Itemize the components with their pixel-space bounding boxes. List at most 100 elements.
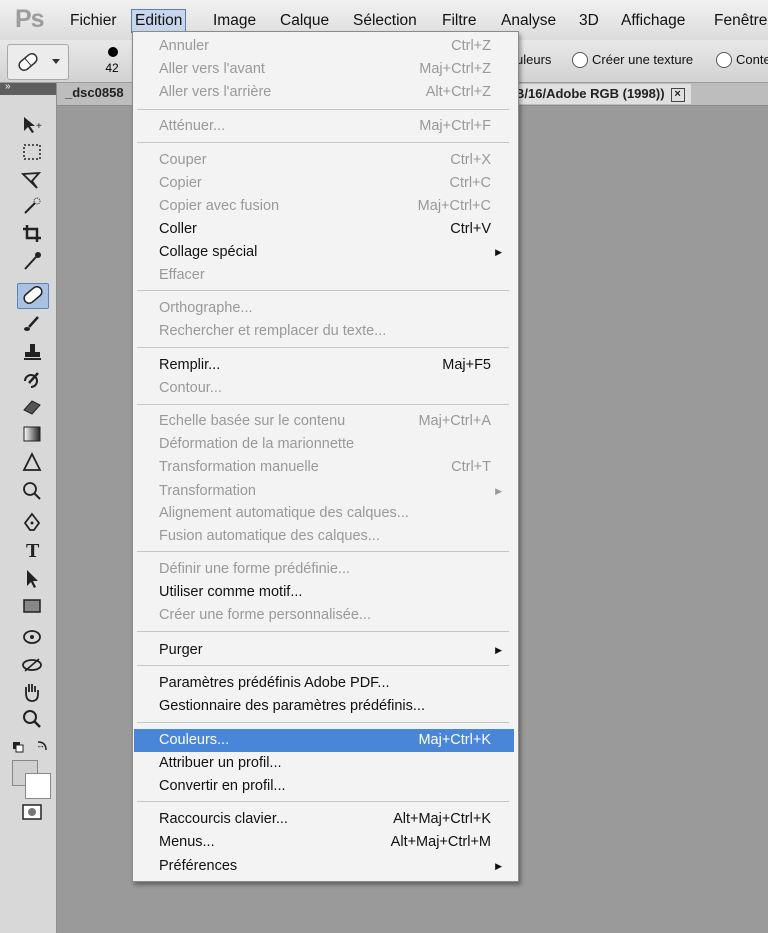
3d-orbit-tool-icon[interactable] — [17, 654, 47, 678]
hand-tool-icon[interactable] — [17, 681, 47, 705]
healing-brush-tool-icon[interactable] — [17, 283, 49, 309]
menu-entry-copier[interactable]: Copier Ctrl+C — [134, 172, 514, 195]
menu-analyse[interactable]: Analyse — [498, 10, 559, 32]
menu-entry-purger[interactable]: Purger ▶ — [134, 639, 514, 662]
svg-text:+: + — [36, 121, 42, 132]
menu-separator — [137, 801, 509, 802]
menu-entry-parametres-pdf[interactable]: Paramètres prédéfinis Adobe PDF... — [134, 672, 514, 695]
lasso-tool-icon[interactable] — [17, 169, 47, 193]
menu-filtre[interactable]: Filtre — [439, 10, 479, 32]
menu-separator — [137, 722, 509, 723]
menu-entry-fusion-calques[interactable]: Fusion automatique des calques... — [134, 525, 514, 548]
clone-stamp-tool-icon[interactable] — [17, 341, 47, 365]
menu-entry-gestionnaire-parametres[interactable]: Gestionnaire des paramètres prédéfinis..… — [134, 695, 514, 718]
submenu-arrow-icon: ▶ — [495, 645, 502, 655]
menu-separator — [137, 631, 509, 632]
menu-separator — [137, 109, 509, 110]
menu-entry-attribuer-profil[interactable]: Attribuer un profil... — [134, 752, 514, 775]
menu-calque[interactable]: Calque — [277, 10, 332, 32]
menu-entry-couleurs[interactable]: Couleurs... Maj+Ctrl+K — [134, 729, 514, 752]
eyedropper-tool-icon[interactable] — [17, 250, 47, 274]
menu-edition[interactable]: Edition — [131, 9, 187, 33]
type-tool-icon[interactable]: T — [17, 538, 47, 562]
radio-creer-texture[interactable] — [572, 52, 588, 68]
menu-entry-aller-arriere[interactable]: Aller vers l'arrière Alt+Ctrl+Z — [134, 81, 514, 104]
radio-label-texture: Créer une texture — [592, 52, 694, 67]
dodge-tool-icon[interactable] — [17, 479, 47, 503]
menu-entry-definir-forme[interactable]: Définir une forme prédéfinie... — [134, 558, 514, 581]
pen-tool-icon[interactable] — [17, 511, 47, 535]
menu-entry-echelle-contenu[interactable]: Echelle basée sur le contenu Maj+Ctrl+A — [134, 410, 514, 433]
brush-tip-icon — [108, 47, 118, 57]
svg-text:↔: ↔ — [36, 740, 45, 750]
magic-wand-tool-icon[interactable] — [17, 195, 47, 219]
background-color-swatch[interactable] — [25, 773, 51, 799]
zoom-tool-icon[interactable] — [17, 708, 47, 732]
svg-text:T: T — [26, 540, 40, 560]
menu-entry-collage-special[interactable]: Collage spécial ▶ — [134, 241, 514, 264]
brush-size-picker[interactable]: 42 — [95, 43, 129, 79]
radio-conte[interactable] — [716, 52, 732, 68]
menu-fichier[interactable]: Fichier — [67, 10, 120, 32]
eraser-tool-icon[interactable] — [17, 395, 47, 419]
quick-mask-icon[interactable] — [17, 801, 47, 825]
tools-panel: » + T ↔ — [0, 81, 57, 933]
move-tool-icon[interactable]: + — [17, 113, 47, 137]
menu-entry-preferences[interactable]: Préférences ▶ — [134, 855, 514, 878]
menu-separator — [137, 404, 509, 405]
menu-3d[interactable]: 3D — [576, 10, 602, 32]
radio-label-couleurs: uleurs — [516, 52, 552, 67]
close-icon[interactable]: × — [670, 87, 685, 102]
menu-separator — [137, 551, 509, 552]
menu-entry-effacer[interactable]: Effacer — [134, 264, 514, 287]
menu-entry-raccourcis-clavier[interactable]: Raccourcis clavier... Alt+Maj+Ctrl+K — [134, 808, 514, 831]
shape-tool-icon[interactable] — [17, 595, 47, 619]
menu-entry-copier-fusion[interactable]: Copier avec fusion Maj+Ctrl+C — [134, 195, 514, 218]
tool-preset-picker[interactable] — [7, 44, 69, 80]
edition-dropdown-menu: Annuler Ctrl+Z Aller vers l'avant Maj+Ctrl… — [132, 31, 519, 882]
gradient-tool-icon[interactable] — [17, 423, 47, 447]
menu-entry-annuler[interactable]: Annuler Ctrl+Z — [134, 35, 514, 58]
menu-fenetre[interactable]: Fenêtre — [711, 10, 768, 32]
menu-selection[interactable]: Sélection — [350, 10, 420, 32]
menu-entry-aller-avant[interactable]: Aller vers l'avant Maj+Ctrl+Z — [134, 58, 514, 81]
menu-entry-transformation[interactable]: Transformation ▶ — [134, 480, 514, 503]
menu-entry-convertir-profil[interactable]: Convertir en profil... — [134, 775, 514, 798]
menu-entry-couper[interactable]: Couper Ctrl+X — [134, 149, 514, 172]
menu-entry-contour[interactable]: Contour... — [134, 377, 514, 400]
history-brush-tool-icon[interactable] — [17, 369, 47, 393]
menu-entry-remplir[interactable]: Remplir... Maj+F5 — [134, 354, 514, 377]
menu-entry-creer-forme[interactable]: Créer une forme personnalisée... — [134, 604, 514, 627]
menu-entry-rechercher-remplacer[interactable]: Rechercher et remplacer du texte... — [134, 320, 514, 343]
menu-entry-coller[interactable]: Coller Ctrl+V — [134, 218, 514, 241]
menu-entry-deformation-marionnette[interactable]: Déformation de la marionnette — [134, 433, 514, 456]
document-tab-title: B/16/Adobe RGB (1998)) — [515, 86, 665, 101]
3d-rotate-tool-icon[interactable] — [17, 626, 47, 650]
collapse-icon[interactable]: » — [5, 81, 11, 92]
submenu-arrow-icon: ▶ — [495, 486, 502, 496]
marquee-tool-icon[interactable] — [17, 141, 47, 165]
menu-entry-utiliser-motif[interactable]: Utiliser comme motif... — [134, 581, 514, 604]
submenu-arrow-icon: ▶ — [495, 247, 502, 257]
menu-entry-alignement-calques[interactable]: Alignement automatique des calques... — [134, 502, 514, 525]
menu-separator — [137, 290, 509, 291]
document-tab[interactable]: _dsc0858 — [65, 85, 124, 100]
menu-affichage[interactable]: Affichage — [618, 10, 688, 32]
menu-image[interactable]: Image — [210, 10, 259, 32]
submenu-arrow-icon: ▶ — [495, 861, 502, 871]
menu-entry-menus[interactable]: Menus... Alt+Maj+Ctrl+M — [134, 831, 514, 854]
brush-tool-icon[interactable] — [17, 313, 47, 337]
menu-separator — [137, 665, 509, 666]
menu-entry-orthographe[interactable]: Orthographe... — [134, 297, 514, 320]
default-colors-icon[interactable]: ↔ — [10, 736, 50, 760]
tools-panel-header[interactable]: » — [0, 81, 56, 95]
menu-separator — [137, 142, 509, 143]
crop-tool-icon[interactable] — [17, 222, 47, 246]
menu-entry-attenuer[interactable]: Atténuer... Maj+Ctrl+F — [134, 115, 514, 138]
healing-brush-icon — [18, 53, 60, 71]
blur-tool-icon[interactable] — [17, 451, 47, 475]
menu-entry-transformation-manuelle[interactable]: Transformation manuelle Ctrl+T — [134, 456, 514, 479]
path-selection-tool-icon[interactable] — [17, 567, 47, 591]
radio-label-conte: Conte — [736, 52, 768, 67]
document-tab-active[interactable]: B/16/Adobe RGB (1998)) × — [509, 84, 691, 104]
